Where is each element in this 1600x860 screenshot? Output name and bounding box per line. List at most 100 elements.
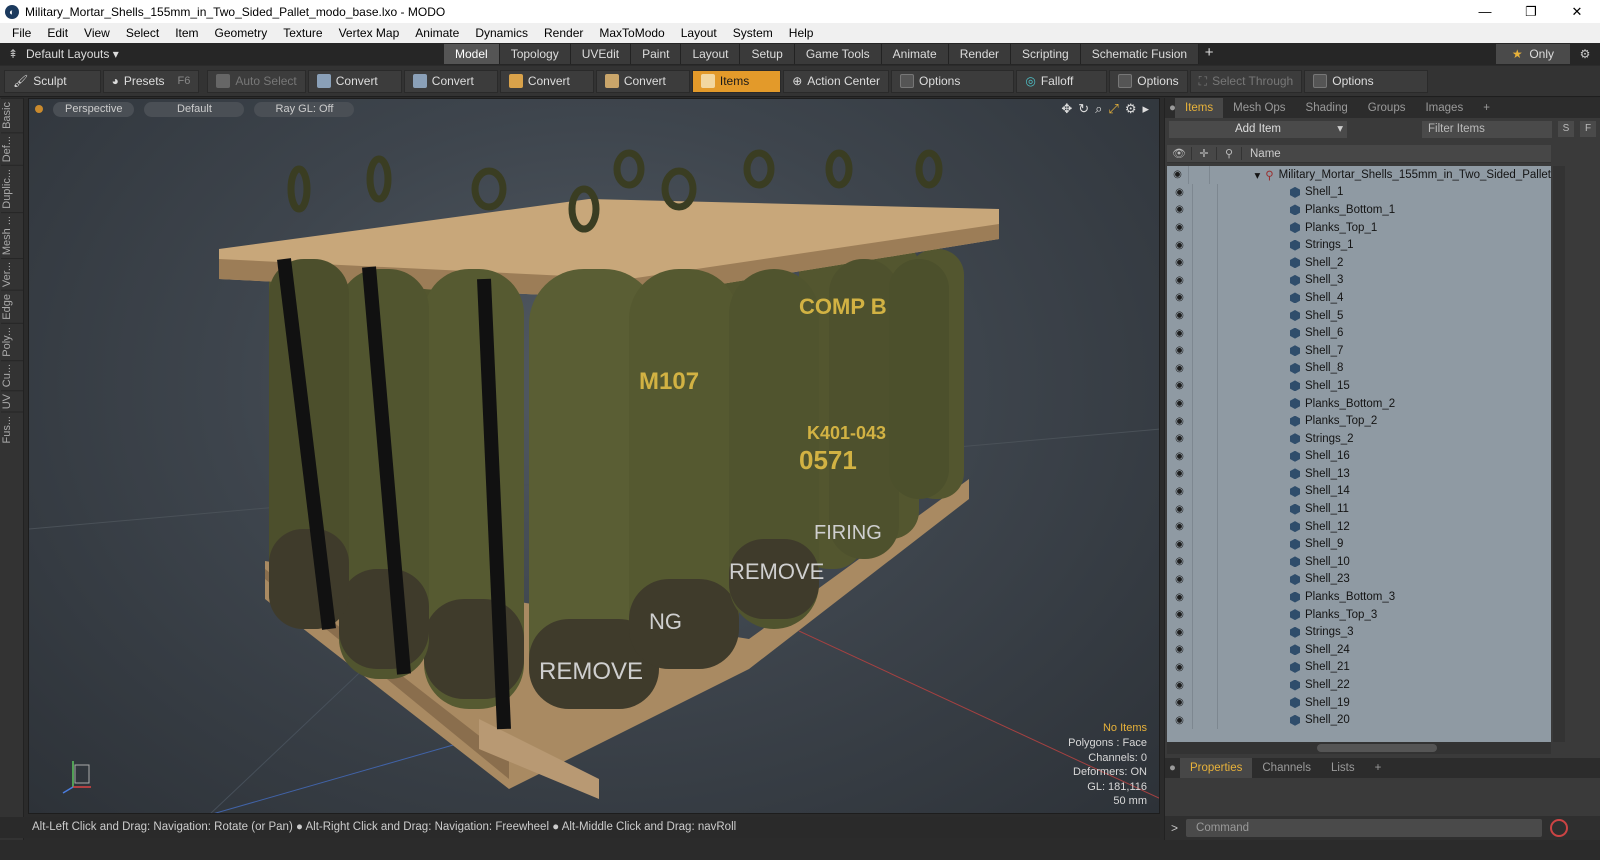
tab-topology[interactable]: Topology <box>499 44 571 64</box>
list-item[interactable]: ◉ Shell_20 <box>1167 711 1551 729</box>
eye-icon[interactable]: ◉ <box>1167 486 1192 497</box>
convert-button-3[interactable]: Convert <box>499 69 594 93</box>
add-panel2-tab-icon[interactable]: + <box>1365 758 1392 778</box>
menu-geometry[interactable]: Geometry <box>207 26 276 40</box>
gear-icon[interactable]: ⚙ <box>1570 47 1600 61</box>
list-item[interactable]: ◉ Shell_15 <box>1167 377 1551 395</box>
list-item[interactable]: ◉ Planks_Bottom_1 <box>1167 201 1551 219</box>
eye-icon[interactable]: ◉ <box>1167 222 1192 233</box>
eye-icon[interactable]: ◉ <box>1167 521 1192 532</box>
eye-icon[interactable]: ◉ <box>1167 574 1192 585</box>
menu-layout[interactable]: Layout <box>673 26 725 40</box>
eye-icon[interactable]: ◉ <box>1167 627 1192 638</box>
falloff-options-button[interactable]: Options <box>1109 69 1188 93</box>
list-item[interactable]: ◉ Shell_6 <box>1167 324 1551 342</box>
menu-view[interactable]: View <box>76 26 118 40</box>
vtab-polygon[interactable]: Poly... <box>1 322 23 360</box>
auto-select-button[interactable]: Auto Select <box>207 69 306 93</box>
fit-icon[interactable]: ⤢ <box>1108 101 1118 117</box>
menu-select[interactable]: Select <box>118 26 167 40</box>
add-panel-tab-icon[interactable]: + <box>1473 98 1500 118</box>
eye-icon[interactable]: ◉ <box>1167 204 1192 215</box>
list-item[interactable]: ◉ Shell_3 <box>1167 271 1551 290</box>
default-layouts-dropdown[interactable]: Default Layouts ▾ <box>26 47 119 61</box>
list-item[interactable]: ◉ Planks_Top_2 <box>1167 412 1551 430</box>
lock-column-icon[interactable]: ✛ <box>1192 147 1217 160</box>
presets-button[interactable]: ◕ Presets F6 <box>102 69 200 93</box>
list-item[interactable]: ◉ Shell_10 <box>1167 553 1551 571</box>
s-filter-button[interactable]: S <box>1558 121 1574 137</box>
menu-render[interactable]: Render <box>536 26 591 40</box>
collapse-arrow-icon[interactable]: ⇞ <box>0 47 26 61</box>
list-item[interactable]: ◉ Shell_8 <box>1167 359 1551 378</box>
list-item[interactable]: ◉ Shell_12 <box>1167 517 1551 536</box>
eye-icon[interactable]: ◉ <box>1167 556 1192 567</box>
panel-dot-icon[interactable]: ● <box>1165 98 1176 118</box>
eye-icon[interactable]: ◉ <box>1167 539 1192 550</box>
eye-icon[interactable]: ◉ <box>1167 328 1192 339</box>
tab-game-tools[interactable]: Game Tools <box>794 44 882 64</box>
eye-icon[interactable]: ◉ <box>1167 433 1192 444</box>
menu-system[interactable]: System <box>725 26 781 40</box>
list-item[interactable]: ◉ Shell_21 <box>1167 658 1551 677</box>
eye-icon[interactable]: ◉ <box>1167 187 1192 198</box>
vtab-curve[interactable]: Cu... <box>1 359 23 390</box>
eye-icon[interactable]: ◉ <box>1167 380 1192 391</box>
eye-icon[interactable]: ◉ <box>1167 363 1192 374</box>
eye-icon[interactable]: ◉ <box>1167 292 1192 303</box>
maximize-button[interactable]: ❐ <box>1508 0 1554 23</box>
eye-icon[interactable]: ◉ <box>1167 451 1192 462</box>
viewport-more-icon[interactable]: ▸ <box>1142 101 1149 117</box>
list-item[interactable]: ◉ Shell_1 <box>1167 183 1551 202</box>
eye-icon[interactable]: ◉ <box>1167 345 1192 356</box>
close-button[interactable]: ✕ <box>1554 0 1600 23</box>
eye-icon[interactable]: ◉ <box>1167 609 1192 620</box>
tab-shading[interactable]: Shading <box>1296 98 1358 118</box>
list-item[interactable]: ◉ Shell_2 <box>1167 253 1551 272</box>
eye-icon[interactable]: ◉ <box>1167 644 1192 655</box>
rotate-icon[interactable]: ↻ <box>1078 101 1089 117</box>
viewport-status-dot[interactable] <box>35 105 43 113</box>
list-item[interactable]: ◉ Shell_5 <box>1167 306 1551 325</box>
list-item[interactable]: ◉ Strings_1 <box>1167 236 1551 254</box>
list-item[interactable]: ◉ Shell_7 <box>1167 341 1551 360</box>
raygl-dropdown[interactable]: Ray GL: Off <box>254 101 355 117</box>
expand-arrow-icon[interactable]: ▾ <box>1254 168 1260 182</box>
tab-model[interactable]: Model <box>444 44 500 64</box>
falloff-button[interactable]: ◎ Falloff <box>1016 69 1108 93</box>
viewport-gear-icon[interactable]: ⚙ <box>1125 101 1137 117</box>
tab-scripting[interactable]: Scripting <box>1011 44 1081 64</box>
minimize-button[interactable]: — <box>1462 0 1508 23</box>
list-item[interactable]: ◉ Shell_22 <box>1167 676 1551 694</box>
convert-button-4[interactable]: Convert <box>595 69 690 93</box>
list-item[interactable]: ◉ Planks_Top_1 <box>1167 218 1551 237</box>
vtab-basic[interactable]: Basic <box>1 98 23 132</box>
items-mode-button[interactable]: Items <box>691 69 782 93</box>
eye-icon[interactable]: ◉ <box>1167 169 1188 180</box>
list-horizontal-scrollbar[interactable] <box>1167 742 1551 754</box>
eye-icon[interactable]: ◉ <box>1167 240 1192 251</box>
tab-uvedit[interactable]: UVEdit <box>570 44 632 64</box>
select-through-button[interactable]: ⛶ Select Through <box>1189 69 1303 93</box>
tab-render[interactable]: Render <box>948 44 1012 64</box>
list-item[interactable]: ◉ Planks_Bottom_3 <box>1167 588 1551 606</box>
tab-animate[interactable]: Animate <box>881 44 949 64</box>
vtab-duplicate[interactable]: Duplic... <box>1 165 23 212</box>
type-column-icon[interactable]: ⚲ <box>1217 147 1242 160</box>
filter-items-input[interactable]: Filter Items <box>1422 120 1552 138</box>
list-item[interactable]: ◉ Shell_13 <box>1167 465 1551 483</box>
vtab-mesh[interactable]: Mesh ... <box>1 211 23 259</box>
only-toggle[interactable]: ★ Only <box>1495 44 1570 64</box>
tab-layout[interactable]: Layout <box>681 44 741 64</box>
tab-images[interactable]: Images <box>1415 98 1473 118</box>
menu-file[interactable]: File <box>4 26 39 40</box>
list-item[interactable]: ◉ Strings_3 <box>1167 623 1551 642</box>
eye-icon[interactable]: ◉ <box>1167 715 1192 726</box>
list-item[interactable]: ◉ Planks_Top_3 <box>1167 605 1551 624</box>
eye-icon[interactable]: ◉ <box>1167 680 1192 691</box>
3d-viewport[interactable]: COMP B M107 K401-043 0571 REMOVE REMOVE … <box>28 98 1160 814</box>
shading-dropdown[interactable]: Default <box>144 101 245 117</box>
vtab-uv[interactable]: UV <box>1 389 23 413</box>
zoom-icon[interactable]: ⌕ <box>1095 101 1102 117</box>
action-center-options-button[interactable]: Options <box>890 69 1015 93</box>
